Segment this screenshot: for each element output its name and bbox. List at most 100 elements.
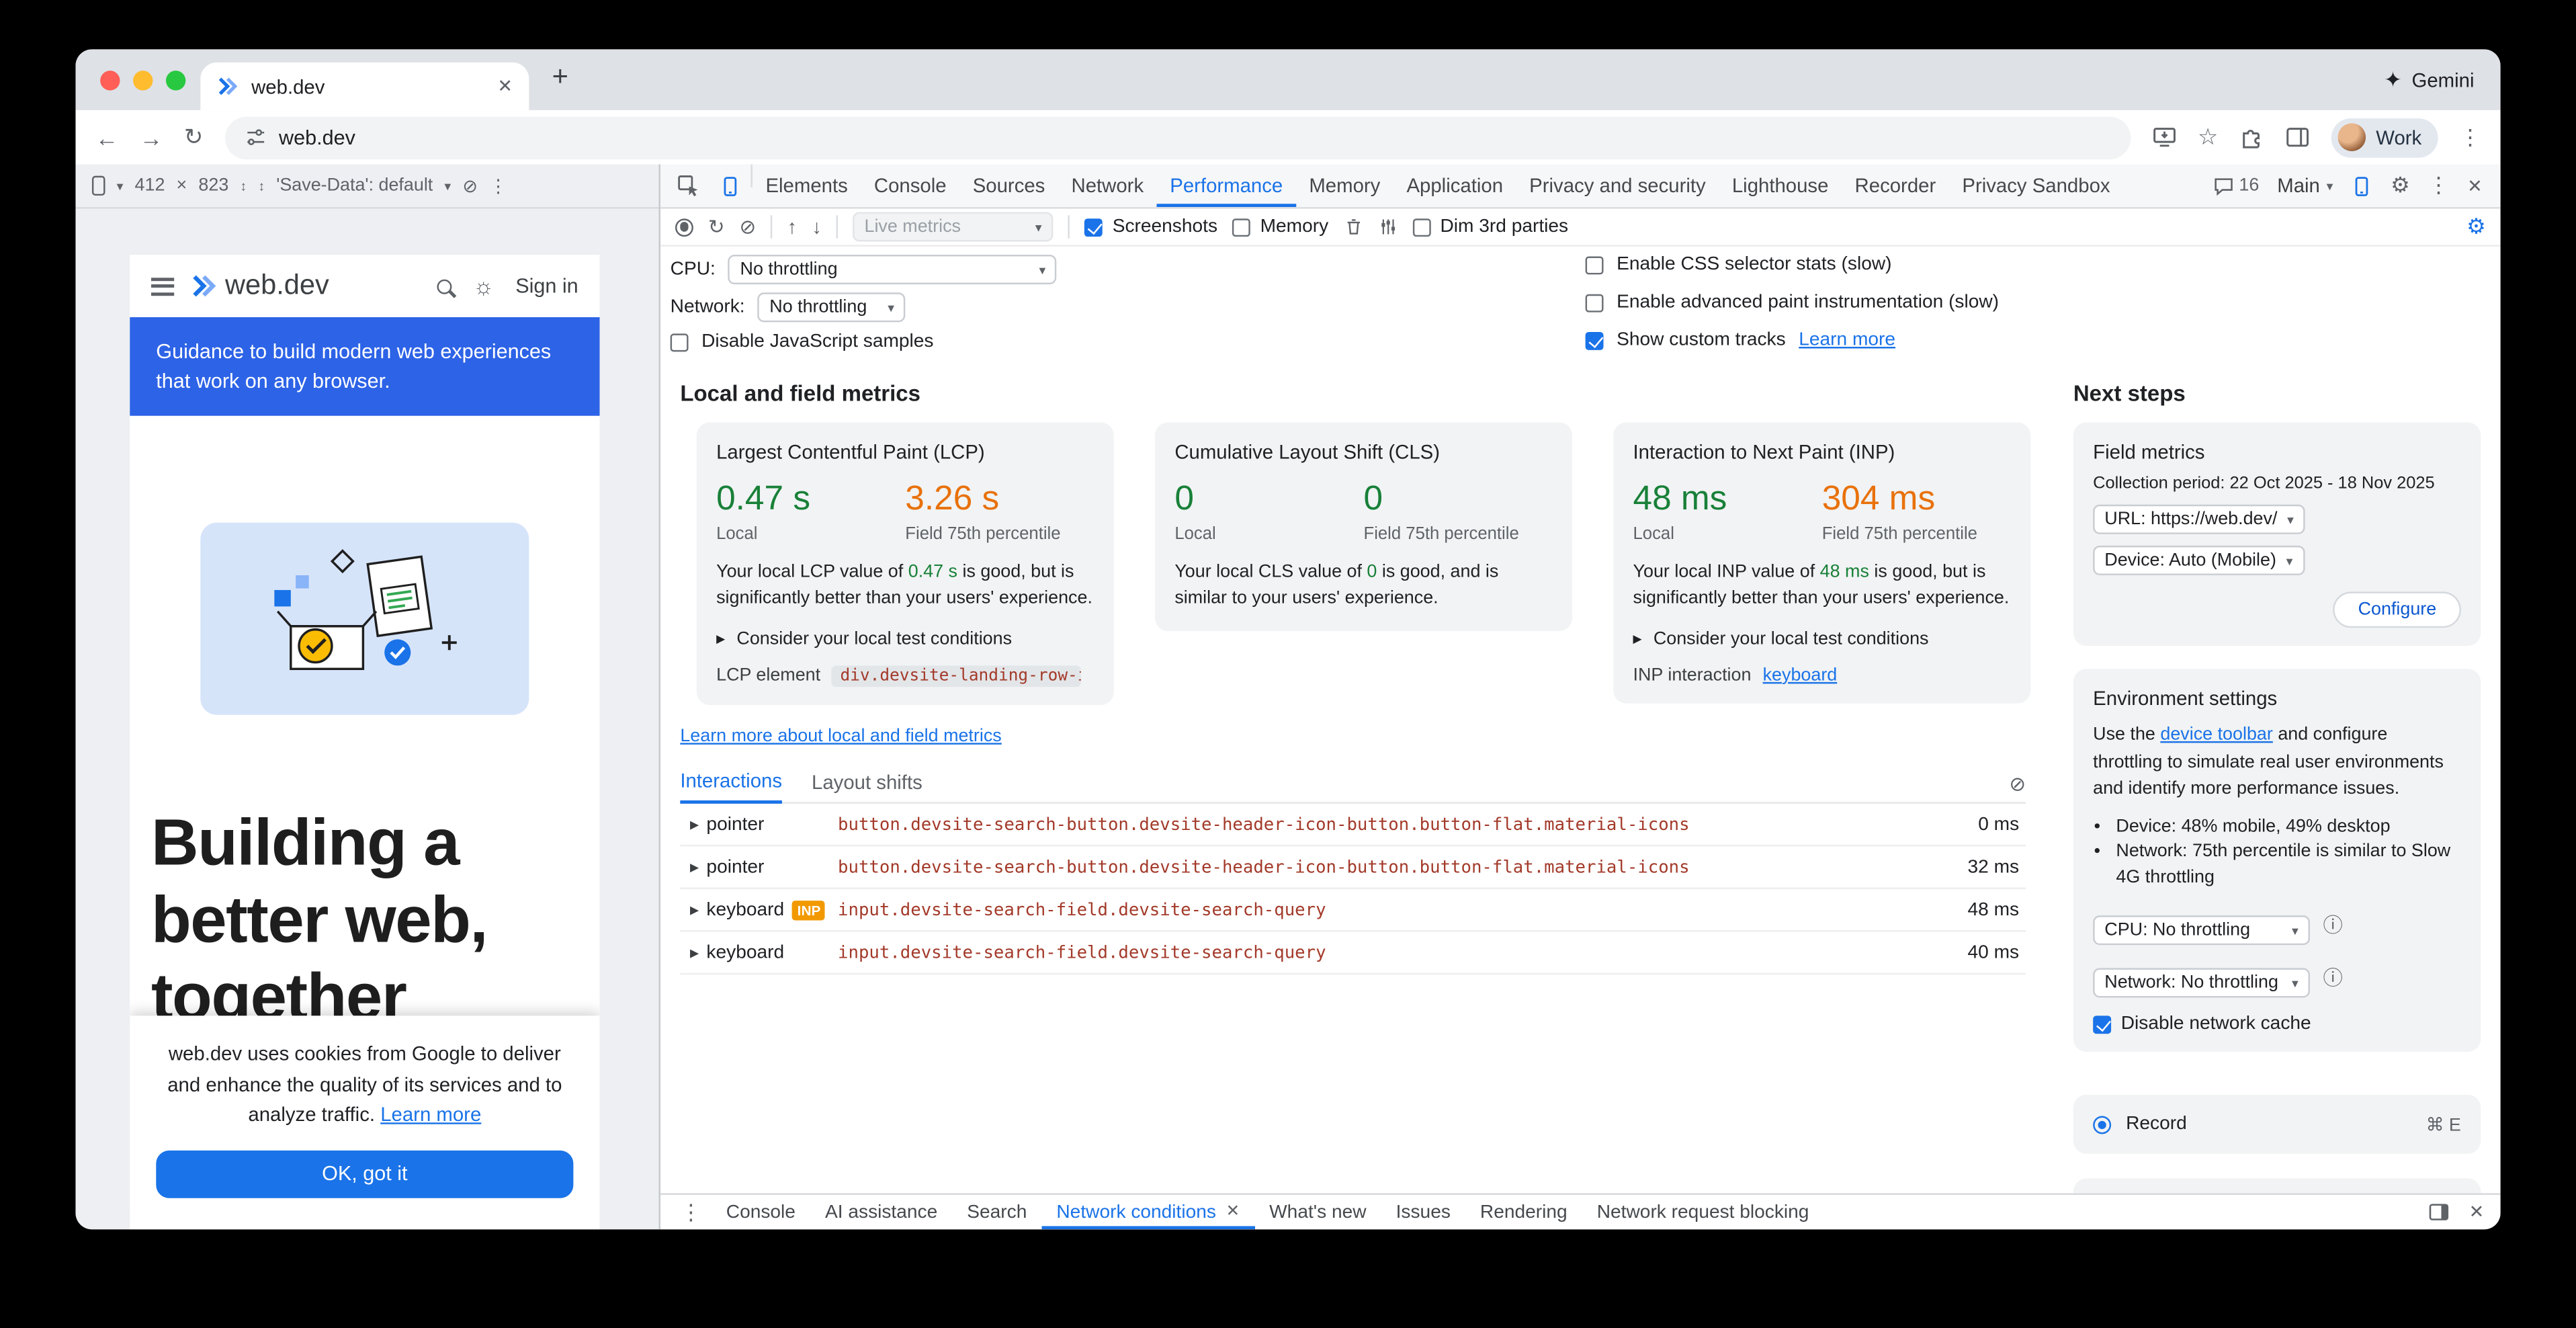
disable-network-cache-checkbox[interactable]: Disable network cache xyxy=(2093,1015,2461,1034)
execution-context-select[interactable]: Main ▾ xyxy=(2277,174,2333,197)
drawer-tab-network-conditions[interactable]: Network conditions ✕ xyxy=(1041,1195,1254,1229)
record-icon[interactable] xyxy=(675,218,693,236)
close-window-button[interactable] xyxy=(100,71,120,90)
info-icon[interactable]: ⓘ xyxy=(2323,964,2343,992)
components-icon[interactable] xyxy=(1378,217,1398,237)
interaction-row[interactable]: ▶ pointer button.devsite-search-button.d… xyxy=(680,846,2026,889)
maximize-window-button[interactable] xyxy=(166,71,185,90)
paint-instrumentation-checkbox[interactable]: Enable advanced paint instrumentation (s… xyxy=(1586,292,1999,312)
interaction-row[interactable]: ▶ keyboard INP input.devsite-search-fiel… xyxy=(680,889,2026,932)
cookie-learn-more-link[interactable]: Learn more xyxy=(380,1103,481,1126)
clear-icon[interactable]: ⊘ xyxy=(739,215,756,238)
tab-sources[interactable]: Sources xyxy=(959,165,1058,208)
dim-3rd-parties-checkbox[interactable]: Dim 3rd parties xyxy=(1412,217,1568,237)
checkbox-icon[interactable] xyxy=(1586,294,1604,312)
height-stepper-icon[interactable]: ↕ xyxy=(258,178,265,193)
device-status-icon[interactable] xyxy=(2351,175,2372,196)
profile-chip[interactable]: Work xyxy=(2331,118,2438,157)
cookie-accept-button[interactable]: OK, got it xyxy=(156,1150,573,1198)
browser-menu-icon[interactable]: ⋮ xyxy=(2459,124,2481,151)
drawer-tab-ai-assistance[interactable]: AI assistance xyxy=(810,1195,952,1229)
record-and-reload-action[interactable]: ↻ Record and reload ⌘ ⇧ E xyxy=(2073,1179,2481,1193)
console-messages-button[interactable]: 16 xyxy=(2213,175,2259,196)
site-settings-icon[interactable] xyxy=(245,126,266,148)
device-select-icon[interactable] xyxy=(92,176,105,196)
devtools-settings-icon[interactable]: ⚙ xyxy=(2391,173,2410,199)
field-device-select[interactable]: Device: Auto (Mobile) ▾ xyxy=(2093,546,2304,575)
throttle-icon[interactable]: ⊘ xyxy=(462,175,478,196)
tab-recorder[interactable]: Recorder xyxy=(1842,165,1949,208)
drawer-tab-whats-new[interactable]: What's new xyxy=(1254,1195,1381,1229)
search-icon[interactable] xyxy=(437,279,452,294)
metrics-learn-more-link[interactable]: Learn more about local and field metrics xyxy=(680,727,1001,746)
row-expand-icon[interactable]: ▶ xyxy=(680,860,706,874)
tab-memory[interactable]: Memory xyxy=(1296,165,1393,208)
screenshots-checkbox[interactable]: Screenshots xyxy=(1084,217,1217,237)
checkbox-checked-icon[interactable] xyxy=(1084,218,1103,236)
memory-checkbox[interactable]: Memory xyxy=(1232,217,1328,237)
configure-button[interactable]: Configure xyxy=(2333,591,2461,628)
tab-privacy-sandbox[interactable]: Privacy Sandbox xyxy=(1949,165,2123,208)
custom-tracks-checkbox[interactable]: Show custom tracks Learn more xyxy=(1586,331,1895,350)
site-logo[interactable]: web.dev xyxy=(191,269,329,302)
hamburger-menu-icon[interactable] xyxy=(151,277,174,295)
gemini-button[interactable]: ✦ Gemini xyxy=(2384,49,2474,110)
row-expand-icon[interactable]: ▶ xyxy=(680,946,706,959)
record-action[interactable]: Record ⌘ E xyxy=(2073,1095,2481,1154)
save-profile-icon[interactable]: ↓ xyxy=(812,215,822,238)
new-tab-button[interactable]: + xyxy=(552,60,568,93)
tab-network[interactable]: Network xyxy=(1058,165,1157,208)
device-dropdown-icon[interactable]: ▾ xyxy=(117,178,124,193)
tab-layout-shifts[interactable]: Layout shifts xyxy=(812,771,922,802)
reload-icon[interactable]: ↻ xyxy=(184,123,204,151)
install-icon[interactable] xyxy=(2151,125,2176,150)
checkbox-icon[interactable] xyxy=(1412,218,1430,236)
drawer-tab-issues[interactable]: Issues xyxy=(1381,1195,1465,1229)
drawer-tab-rendering[interactable]: Rendering xyxy=(1465,1195,1582,1229)
drawer-menu-icon[interactable]: ⋮ xyxy=(671,1195,712,1229)
drawer-close-icon[interactable]: ✕ xyxy=(2469,1202,2485,1223)
tab-interactions[interactable]: Interactions xyxy=(680,769,782,803)
record-and-reload-icon[interactable]: ↻ xyxy=(708,215,725,238)
sign-in-link[interactable]: Sign in xyxy=(515,274,578,297)
tab-application[interactable]: Application xyxy=(1393,165,1516,208)
checkbox-icon[interactable] xyxy=(671,333,689,351)
back-icon[interactable]: ← xyxy=(95,124,118,151)
side-panel-icon[interactable] xyxy=(2286,125,2311,150)
checkbox-icon[interactable] xyxy=(1586,255,1604,274)
bookmark-star-icon[interactable]: ☆ xyxy=(2198,123,2219,151)
css-selector-stats-checkbox[interactable]: Enable CSS selector stats (slow) xyxy=(1586,255,1892,274)
devtools-close-icon[interactable]: ✕ xyxy=(2467,175,2483,196)
theme-toggle-icon[interactable]: ☼ xyxy=(473,273,494,299)
save-data-dropdown-icon[interactable]: ▾ xyxy=(444,178,451,193)
forward-icon[interactable]: → xyxy=(140,124,163,151)
custom-tracks-learn-more-link[interactable]: Learn more xyxy=(1799,331,1895,350)
inspect-icon[interactable] xyxy=(667,165,710,208)
disable-js-samples-checkbox[interactable]: Disable JavaScript samples xyxy=(671,332,934,351)
viewport-width-field[interactable]: 412 xyxy=(135,176,165,196)
checkbox-checked-icon[interactable] xyxy=(1586,331,1604,349)
cpu-throttling-select[interactable]: No throttling ▾ xyxy=(728,255,1057,284)
inp-interaction-link[interactable]: keyboard xyxy=(1763,665,1838,685)
collect-garbage-icon[interactable] xyxy=(1343,217,1363,237)
minimize-window-button[interactable] xyxy=(133,71,153,90)
interaction-row[interactable]: ▶ keyboard input.devsite-search-field.de… xyxy=(680,932,2026,975)
drawer-tab-network-request-blocking[interactable]: Network request blocking xyxy=(1582,1195,1824,1229)
dock-icon[interactable] xyxy=(2428,1202,2449,1223)
env-cpu-select[interactable]: CPU: No throttling ▾ xyxy=(2093,916,2310,946)
capture-settings-gear-icon[interactable]: ⚙ xyxy=(2466,214,2486,240)
close-tab-icon[interactable]: ✕ xyxy=(1226,1203,1240,1221)
tab-lighthouse[interactable]: Lighthouse xyxy=(1719,165,1842,208)
width-stepper-icon[interactable]: ↕ xyxy=(240,178,247,193)
browser-tab[interactable]: web.dev ✕ xyxy=(200,63,529,110)
network-throttling-select[interactable]: No throttling ▾ xyxy=(758,292,906,322)
checkbox-checked-icon[interactable] xyxy=(2093,1015,2111,1034)
checkbox-icon[interactable] xyxy=(1232,218,1250,236)
field-url-select[interactable]: URL: https://web.dev/ ▾ xyxy=(2093,505,2305,534)
live-metrics-select[interactable]: Live metrics ▾ xyxy=(853,212,1053,241)
tab-console[interactable]: Console xyxy=(861,165,959,208)
drawer-tab-console[interactable]: Console xyxy=(712,1195,810,1229)
device-toolbar-menu-icon[interactable]: ⋮ xyxy=(489,175,507,196)
viewport-height-field[interactable]: 823 xyxy=(198,176,228,196)
tab-privacy-and-security[interactable]: Privacy and security xyxy=(1516,165,1719,208)
